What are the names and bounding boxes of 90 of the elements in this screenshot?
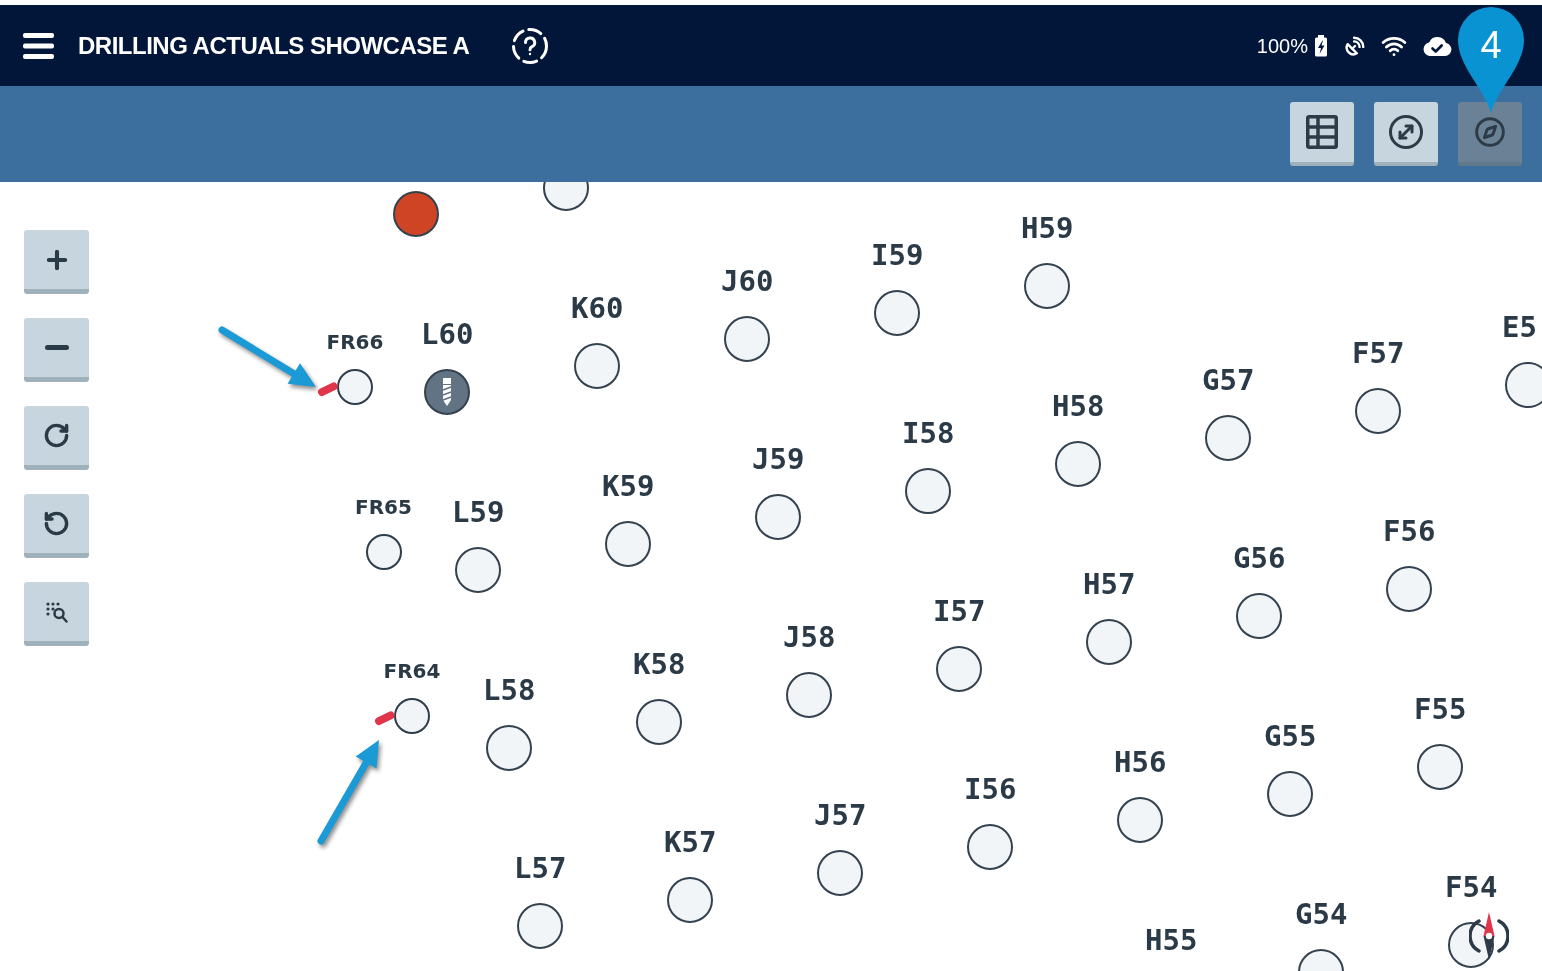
hole-label: I59: [871, 240, 924, 269]
menu-button[interactable]: [23, 32, 54, 59]
drill-hole[interactable]: [486, 725, 532, 771]
drill-hole[interactable]: [337, 369, 373, 405]
drill-hole[interactable]: [1117, 797, 1163, 843]
hole-label: F56: [1383, 516, 1436, 546]
help-icon: [511, 26, 550, 65]
rotate-clockwise-icon: [43, 422, 70, 449]
hole-label: I57: [933, 596, 986, 625]
drill-hole[interactable]: [574, 342, 620, 389]
drill-hole[interactable]: [905, 467, 951, 514]
hole-label: H57: [1083, 569, 1136, 599]
rotate-counterclockwise-icon: [43, 510, 70, 537]
battery-percentage: 100%: [1256, 33, 1308, 59]
hole-label: G54: [1295, 899, 1348, 928]
map-tool-button[interactable]: [24, 494, 89, 558]
view-toggle-button[interactable]: [1290, 102, 1354, 166]
map-tool-button[interactable]: [24, 230, 89, 294]
hole-label: FR65: [355, 496, 412, 517]
drill-hole[interactable]: [365, 533, 402, 570]
hole-label: E5: [1502, 312, 1537, 341]
drill-hole[interactable]: [1055, 441, 1101, 487]
drill-hole[interactable]: [605, 520, 651, 567]
drill-hole[interactable]: [636, 698, 682, 745]
hole-label: G57: [1202, 365, 1255, 394]
drill-hole[interactable]: [1236, 592, 1282, 639]
drill-hole[interactable]: [517, 903, 563, 949]
hole-label: J60: [721, 266, 774, 296]
drill-hole[interactable]: [1505, 361, 1542, 408]
hole-label: J59: [752, 444, 805, 474]
drill-hole[interactable]: [874, 289, 920, 336]
drill-hole[interactable]: [724, 316, 770, 362]
hole-label: L60: [421, 319, 474, 349]
drill-hole[interactable]: [455, 547, 501, 593]
view-toggle-button[interactable]: [1458, 102, 1522, 166]
grid-icon: [1306, 115, 1338, 149]
drill-hole[interactable]: [1417, 744, 1463, 790]
drill-hole[interactable]: [667, 876, 713, 923]
map-tool-button[interactable]: [24, 582, 89, 646]
hole-label: G56: [1233, 543, 1286, 572]
menu-icon: [23, 32, 54, 59]
compass-icon: [1474, 116, 1506, 148]
hole-label: F57: [1352, 338, 1405, 368]
hole-label: K60: [571, 293, 624, 322]
hole-label: FR64: [383, 661, 441, 681]
drill-hole[interactable]: [1355, 388, 1401, 434]
hole-label: K57: [664, 827, 717, 856]
drill-hole[interactable]: [1086, 619, 1132, 665]
drill-hole[interactable]: [394, 698, 430, 734]
hole-label: I56: [964, 774, 1017, 803]
drill-bit-icon: [440, 378, 454, 406]
hole-label: J58: [783, 622, 836, 652]
hole-label: I58: [902, 418, 955, 447]
zoom-out-icon: [44, 345, 69, 350]
drill-hole[interactable]: [936, 645, 982, 692]
drill-hole[interactable]: [424, 369, 470, 415]
battery-charging-icon: [1314, 34, 1328, 57]
hole-label: H56: [1114, 747, 1167, 777]
zoom-to-fit-icon: [44, 600, 69, 623]
hole-label: L59: [452, 497, 505, 527]
hole-label: G55: [1264, 721, 1317, 750]
drill-hole[interactable]: [393, 191, 439, 237]
satellite-dish-icon: [1344, 34, 1366, 57]
drill-hole[interactable]: [817, 850, 863, 896]
hole-label: F54: [1445, 872, 1498, 902]
drill-hole[interactable]: [1024, 263, 1070, 309]
hole-label: L58: [483, 675, 536, 705]
hole-label: K58: [633, 649, 686, 678]
drill-hole[interactable]: [967, 823, 1013, 870]
cloud-check-icon: [1422, 34, 1452, 57]
drill-hole[interactable]: [1205, 414, 1251, 461]
drill-hole[interactable]: [755, 494, 801, 540]
hole-label: L57: [514, 853, 567, 883]
drill-hole[interactable]: [1267, 770, 1313, 817]
hole-label: H59: [1021, 213, 1074, 243]
hole-label: H55: [1145, 925, 1198, 955]
hole-label: H58: [1052, 391, 1105, 421]
app-title: DRILLING ACTUALS SHOWCASE A: [78, 30, 470, 61]
help-button[interactable]: [511, 26, 550, 65]
map-tool-button[interactable]: [24, 406, 89, 470]
map-tool-button[interactable]: [24, 318, 89, 382]
resize-icon: [1389, 115, 1423, 149]
hole-label: F55: [1414, 694, 1467, 724]
callout-number: 4: [1480, 26, 1502, 64]
view-toggle-button[interactable]: [1374, 102, 1438, 166]
hole-label: K59: [602, 471, 655, 500]
drill-hole[interactable]: [786, 672, 832, 718]
hole-label: FR66: [326, 332, 384, 352]
drill-hole[interactable]: [1386, 566, 1432, 612]
hole-label: J57: [814, 800, 867, 830]
